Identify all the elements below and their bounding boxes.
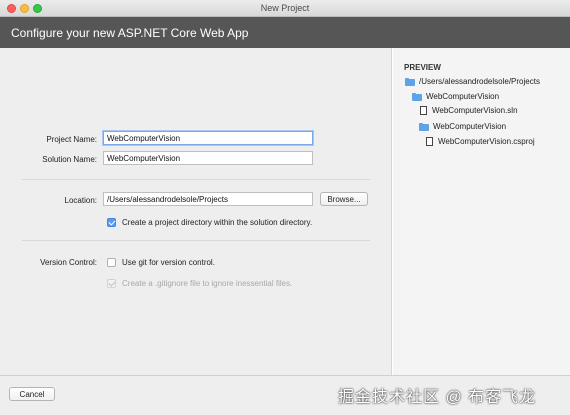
dialog-title: Configure your new ASP.NET Core Web App <box>11 26 249 40</box>
location-input[interactable] <box>103 192 313 206</box>
use-git-checkbox[interactable] <box>107 258 116 267</box>
preview-tree-item: WebComputerVision <box>412 91 499 102</box>
create-directory-label: Create a project directory within the so… <box>122 218 313 227</box>
version-control-label: Version Control: <box>40 258 97 267</box>
window-title: New Project <box>260 3 310 13</box>
project-name-input[interactable] <box>103 131 313 145</box>
section-divider <box>22 240 370 241</box>
preview-item-label: WebComputerVision <box>426 92 500 101</box>
preview-tree-item: WebComputerVision.sln <box>420 105 518 116</box>
create-directory-checkbox[interactable] <box>107 218 116 227</box>
preview-panel: PREVIEW /Users/alessandrodelsole/Project… <box>393 48 570 375</box>
preview-tree-item: WebComputerVision.csproj <box>426 136 535 147</box>
dialog-header: Configure your new ASP.NET Core Web App <box>0 17 570 48</box>
browse-button[interactable]: Browse... <box>320 192 368 206</box>
folder-icon <box>419 122 429 131</box>
section-divider <box>22 179 370 180</box>
configuration-form: Project Name: Solution Name: Location: B… <box>0 48 392 375</box>
folder-icon <box>405 77 415 86</box>
use-git-label: Use git for version control. <box>122 258 215 267</box>
preview-tree-item: /Users/alessandrodelsole/Projects <box>405 76 540 87</box>
preview-item-label: /Users/alessandrodelsole/Projects <box>419 77 540 86</box>
gitignore-checkbox <box>107 279 116 288</box>
location-label: Location: <box>64 196 97 205</box>
window-titlebar: New Project <box>0 0 570 17</box>
cancel-button[interactable]: Cancel <box>9 387 55 401</box>
preview-title: PREVIEW <box>404 63 441 72</box>
gitignore-label: Create a .gitignore file to ignore iness… <box>122 279 293 288</box>
preview-item-label: WebComputerVision.csproj <box>438 137 535 146</box>
preview-item-label: WebComputerVision.sln <box>432 106 518 115</box>
file-icon <box>426 137 433 146</box>
file-icon <box>420 106 427 115</box>
watermark: 掘金技术社区 @ 布客飞龙 <box>338 389 537 406</box>
solution-name-input[interactable] <box>103 151 313 165</box>
solution-name-label: Solution Name: <box>42 155 97 164</box>
folder-icon <box>412 92 422 101</box>
preview-item-label: WebComputerVision <box>433 122 507 131</box>
dialog-footer: Cancel 掘金技术社区 @ 布客飞龙 <box>0 375 570 415</box>
preview-tree-item: WebComputerVision <box>419 121 506 132</box>
project-name-label: Project Name: <box>46 135 97 144</box>
